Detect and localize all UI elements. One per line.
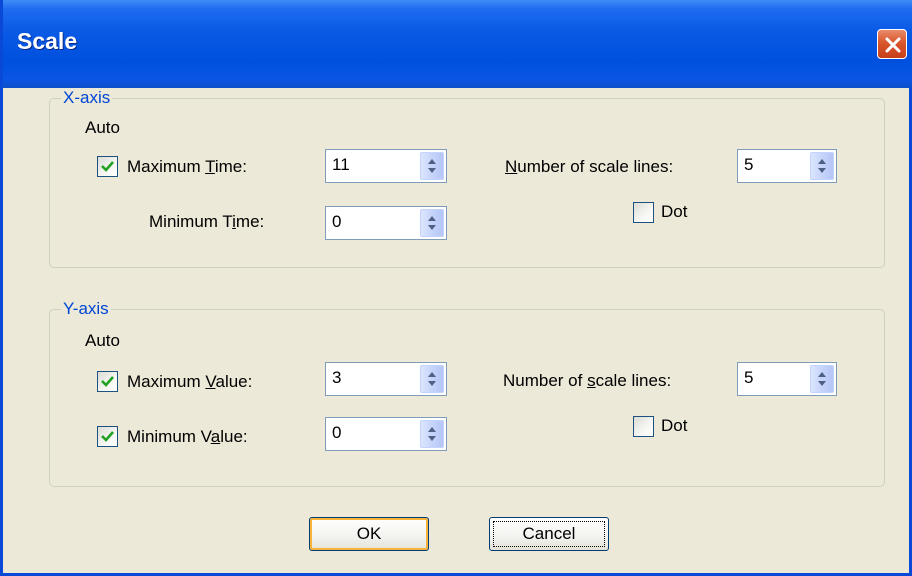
y-scale-lines-label: Number of scale lines: xyxy=(503,371,671,391)
close-button[interactable] xyxy=(877,29,907,59)
x-scale-lines-spin-button[interactable] xyxy=(810,152,834,180)
spin-updown-icon xyxy=(428,159,436,173)
x-min-time-input[interactable] xyxy=(328,209,418,235)
x-min-time-label: Minimum Time: xyxy=(149,212,264,232)
y-dot-checkbox[interactable] xyxy=(633,416,654,437)
y-scale-lines-label-b: cale lines: xyxy=(595,371,672,390)
y-min-value-label: Minimum Value: xyxy=(127,427,248,447)
ok-button-label: OK xyxy=(356,524,382,543)
cancel-button-label: Cancel xyxy=(522,524,576,543)
x-scale-lines-label-mnemonic: N xyxy=(505,157,518,176)
x-axis-group xyxy=(49,98,885,268)
x-dot-label: Dot xyxy=(661,202,688,221)
x-max-time-input[interactable] xyxy=(328,152,418,178)
x-min-time-stepper[interactable] xyxy=(325,206,447,240)
x-max-time-spin-button[interactable] xyxy=(420,152,444,180)
y-max-value-label-a: Maximum xyxy=(127,372,206,391)
y-scale-lines-label-a: Number of xyxy=(503,371,588,390)
y-min-value-stepper[interactable] xyxy=(325,417,447,451)
checkmark-icon xyxy=(101,161,114,172)
x-scale-lines-label-b: umber of scale lines: xyxy=(517,157,674,176)
y-axis-group xyxy=(49,309,885,487)
y-scale-lines-stepper[interactable] xyxy=(737,362,837,396)
x-max-time-label-a: Maximum xyxy=(127,157,206,176)
y-max-value-label-mnemonic: V xyxy=(205,372,216,391)
spin-updown-icon xyxy=(428,427,436,441)
x-scale-lines-input[interactable] xyxy=(740,152,808,178)
y-min-value-checkbox[interactable] xyxy=(97,426,118,447)
y-scale-lines-spin-button[interactable] xyxy=(810,365,834,393)
checkmark-icon xyxy=(101,376,114,387)
y-axis-legend: Y-axis xyxy=(61,299,111,319)
x-min-time-spin-button[interactable] xyxy=(420,209,444,237)
y-max-value-label: Maximum Value: xyxy=(127,372,252,392)
cancel-button[interactable]: Cancel xyxy=(489,517,609,551)
y-scale-lines-input[interactable] xyxy=(740,365,808,391)
x-max-time-checkbox[interactable] xyxy=(97,156,118,177)
y-min-value-spin-button[interactable] xyxy=(420,420,444,448)
spin-updown-icon xyxy=(428,216,436,230)
ok-button[interactable]: OK xyxy=(309,517,429,551)
y-min-value-label-a: Minimum V xyxy=(127,427,211,446)
x-axis-legend: X-axis xyxy=(61,88,113,108)
close-icon xyxy=(885,37,901,53)
x-max-time-label-b: ime: xyxy=(214,157,247,176)
checkmark-icon xyxy=(101,431,114,442)
x-auto-label: Auto xyxy=(85,118,120,137)
window-title: Scale xyxy=(17,28,78,54)
x-max-time-stepper[interactable] xyxy=(325,149,447,183)
y-auto-label: Auto xyxy=(85,331,120,350)
y-max-value-checkbox[interactable] xyxy=(97,371,118,392)
spin-updown-icon xyxy=(818,159,826,173)
y-max-value-label-b: alue: xyxy=(215,372,253,391)
spin-updown-icon xyxy=(818,372,826,386)
y-min-value-label-b: lue: xyxy=(220,427,248,446)
x-dot-checkbox[interactable] xyxy=(633,202,654,223)
y-max-value-stepper[interactable] xyxy=(325,362,447,396)
y-scale-lines-label-mnemonic: s xyxy=(587,371,596,390)
x-min-time-label-a: Minimum T xyxy=(149,212,233,231)
scale-dialog: Scale X-axis Auto Maximum Time: Minimum … xyxy=(0,0,912,576)
title-bar[interactable]: Scale xyxy=(3,0,912,88)
y-min-value-input[interactable] xyxy=(328,420,418,446)
x-min-time-label-b: me: xyxy=(235,212,265,231)
x-scale-lines-label: Number of scale lines: xyxy=(505,157,673,177)
y-dot-label: Dot xyxy=(661,416,688,435)
x-max-time-label: Maximum Time: xyxy=(127,157,247,177)
x-scale-lines-stepper[interactable] xyxy=(737,149,837,183)
spin-updown-icon xyxy=(428,372,436,386)
y-max-value-input[interactable] xyxy=(328,365,418,391)
y-max-value-spin-button[interactable] xyxy=(420,365,444,393)
y-min-value-label-mnemonic: a xyxy=(210,427,221,446)
x-max-time-label-mnemonic: T xyxy=(205,157,215,176)
